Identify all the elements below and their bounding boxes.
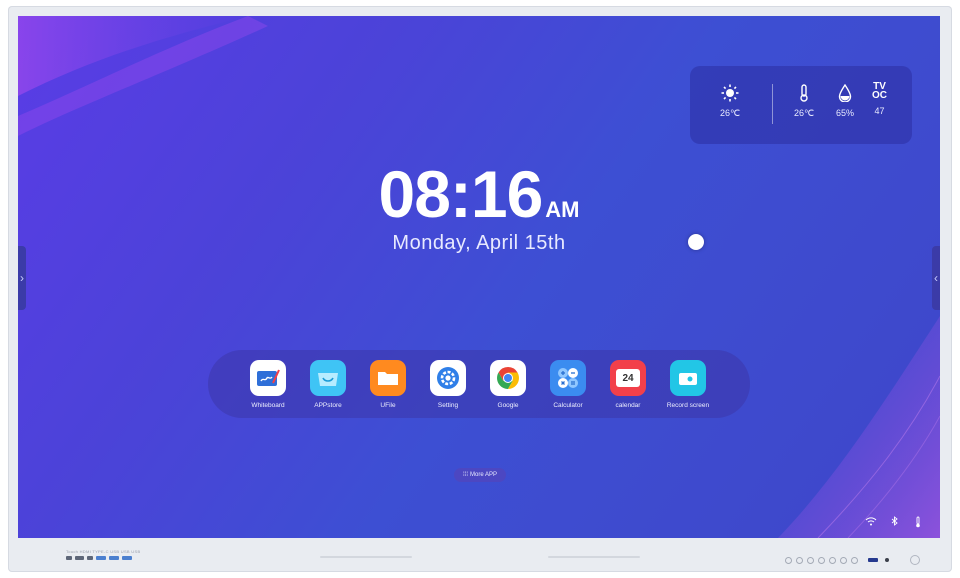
outdoor-temp: 26℃ <box>720 108 741 118</box>
wifi-icon[interactable] <box>865 516 877 529</box>
app-label: Record screen <box>666 402 710 409</box>
tvoc-label-bottom: OC <box>872 90 887 101</box>
record-icon <box>670 360 706 396</box>
usb-port <box>122 556 132 560</box>
ports-labels: Touch HDMI TYPE-C USB USB USB <box>66 549 141 554</box>
front-button[interactable] <box>840 557 847 564</box>
usb-port <box>96 556 106 560</box>
widget-divider <box>772 84 773 124</box>
app-google[interactable]: Google <box>478 360 538 409</box>
app-dock: Whiteboard APPstore UFile Setting Google… <box>208 350 750 418</box>
bezel-slot <box>320 556 412 558</box>
app-record-screen[interactable]: Record screen <box>658 360 718 409</box>
front-ports: Touch HDMI TYPE-C USB USB USB <box>66 549 140 560</box>
hdmi-port <box>75 556 84 560</box>
humidity-drop-icon <box>838 84 852 102</box>
app-calculator[interactable]: Calculator <box>538 360 598 409</box>
bezel-slot <box>548 556 640 558</box>
thermometer-icon <box>800 84 808 102</box>
humidity: 65% <box>836 84 854 118</box>
app-calendar[interactable]: 24 calendar <box>598 360 658 409</box>
right-sidebar-toggle[interactable]: ‹ <box>932 246 940 310</box>
folder-icon <box>370 360 406 396</box>
gear-icon <box>430 360 466 396</box>
weather-widget[interactable]: 26℃ 26℃ 65% TV OC 47 <box>690 66 912 144</box>
tvoc-icon: TV OC <box>872 82 887 101</box>
front-button[interactable] <box>796 557 803 564</box>
bluetooth-icon[interactable] <box>890 516 900 529</box>
more-apps-button[interactable]: ⁞⁞⁞ More APP <box>454 468 506 482</box>
thermometer-status-icon[interactable] <box>914 516 922 531</box>
calculator-icon <box>550 360 586 396</box>
chevron-left-icon: ‹ <box>934 271 938 285</box>
clock-time: 08:16 <box>378 157 543 231</box>
sun-icon <box>721 84 739 102</box>
front-button[interactable] <box>807 557 814 564</box>
app-label: Setting <box>437 402 459 409</box>
floating-assistant-button[interactable] <box>688 234 704 250</box>
tvoc-value: 47 <box>874 106 885 116</box>
usb-port <box>109 556 119 560</box>
clock-ampm: AM <box>545 197 580 222</box>
home-screen: 26℃ 26℃ 65% TV OC 47 08:16 AM Monday, Ap… <box>18 16 940 538</box>
app-label: calendar <box>615 402 641 409</box>
chrome-icon <box>490 360 526 396</box>
power-button[interactable] <box>910 555 920 565</box>
outdoor-weather: 26℃ <box>720 84 740 119</box>
indoor-temperature: 26℃ <box>794 84 814 119</box>
touch-port <box>66 556 72 560</box>
front-buttons[interactable] <box>785 557 858 564</box>
status-led <box>885 558 889 562</box>
more-apps-label: More APP <box>470 472 498 478</box>
indoor-temp-value: 26℃ <box>794 108 815 118</box>
app-whiteboard[interactable]: Whiteboard <box>238 360 298 409</box>
app-appstore[interactable]: APPstore <box>298 360 358 409</box>
clock-date: Monday, April 15th <box>392 232 566 254</box>
tvoc: TV OC 47 <box>872 82 887 117</box>
left-sidebar-toggle[interactable]: › <box>18 246 26 310</box>
front-button[interactable] <box>829 557 836 564</box>
app-label: APPstore <box>314 402 342 409</box>
appstore-icon <box>310 360 346 396</box>
app-label: UFile <box>380 402 396 409</box>
type-c-port <box>87 556 93 560</box>
ir-sensor <box>868 558 878 562</box>
chevron-right-icon: › <box>20 271 24 285</box>
calendar-day: 24 <box>616 369 640 387</box>
grid-icon: ⁞⁞⁞ <box>462 472 468 478</box>
front-button[interactable] <box>818 557 825 564</box>
front-button[interactable] <box>785 557 792 564</box>
app-setting[interactable]: Setting <box>418 360 478 409</box>
calendar-icon: 24 <box>610 360 646 396</box>
humidity-value: 65% <box>836 108 855 118</box>
app-ufile[interactable]: UFile <box>358 360 418 409</box>
clock: 08:16 AM <box>18 156 940 232</box>
whiteboard-icon <box>250 360 286 396</box>
app-label: Whiteboard <box>251 402 285 409</box>
front-button[interactable] <box>851 557 858 564</box>
app-label: Google <box>497 402 519 409</box>
app-label: Calculator <box>553 402 583 409</box>
